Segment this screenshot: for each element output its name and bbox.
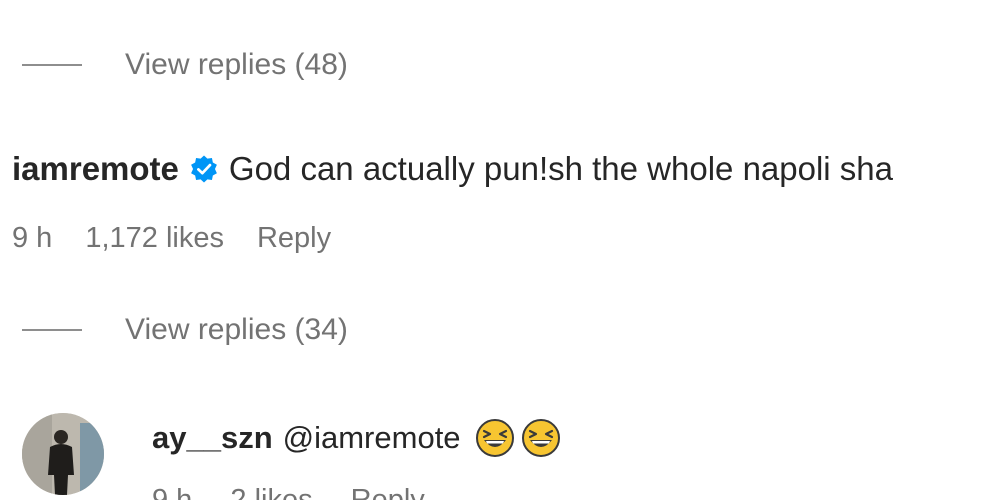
comment-meta: 9 h 1,172 likes Reply — [12, 222, 364, 255]
comment-username[interactable]: iamremote — [12, 150, 179, 188]
view-replies-label: View replies (34) — [125, 313, 348, 346]
reply-button[interactable]: Reply — [257, 222, 331, 255]
reply-thread-line — [22, 329, 82, 331]
comment: iamremote God can actually pun!sh the wh… — [12, 150, 893, 188]
verified-badge-icon — [191, 155, 217, 183]
reply-thread-line — [22, 64, 82, 66]
comment-timestamp[interactable]: 9 h — [12, 222, 52, 255]
grinning-squinting-face-icon — [521, 419, 560, 457]
comment-likes-count[interactable]: 1,172 likes — [85, 222, 224, 255]
reply-username[interactable]: ay__szn — [152, 420, 273, 456]
reply-likes-count[interactable]: 2 likes — [230, 484, 312, 500]
reply-timestamp[interactable]: 9 h — [152, 484, 192, 500]
view-replies-button[interactable]: View replies (34) — [22, 313, 348, 347]
reply-button[interactable]: Reply — [351, 484, 425, 500]
reply-comment: ay__szn @iamremote — [152, 418, 561, 458]
view-replies-label: View replies (48) — [125, 48, 348, 81]
comment-text: God can actually pun!sh the whole napoli… — [228, 150, 894, 187]
grinning-squinting-face-icon — [475, 419, 514, 457]
avatar-photo — [22, 413, 104, 495]
view-replies-button[interactable]: View replies (48) — [22, 48, 348, 82]
reply-meta: 9 h 2 likes Reply — [152, 482, 552, 500]
avatar[interactable] — [22, 413, 104, 495]
comments-panel: View replies (48) iamremote God can actu… — [0, 0, 1000, 500]
mention-link[interactable]: @iamremote — [283, 420, 461, 456]
